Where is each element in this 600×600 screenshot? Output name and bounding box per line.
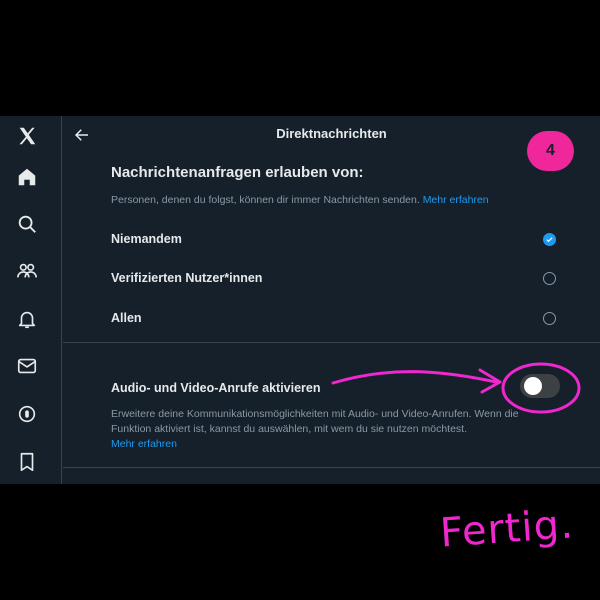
option-label: Allen xyxy=(111,311,142,325)
option-label: Niemandem xyxy=(111,232,182,246)
bookmark-icon[interactable] xyxy=(15,450,39,474)
step-number-badge: 4 xyxy=(527,131,574,171)
radio-unchecked-icon[interactable] xyxy=(543,311,556,325)
app-screen: Direktnachrichten Nachrichtenanfragen er… xyxy=(0,116,600,484)
option-verified-users[interactable]: Verifizierten Nutzer*innen xyxy=(111,266,561,290)
divider xyxy=(63,467,600,468)
done-annotation-text: Fertig. xyxy=(438,501,576,557)
radio-unchecked-icon[interactable] xyxy=(543,271,556,285)
message-requests-description: Personen, denen du folgst, können dir im… xyxy=(111,194,489,206)
radio-checked-icon[interactable] xyxy=(543,232,556,246)
communities-icon[interactable] xyxy=(15,259,39,283)
calls-setting-description: Erweitere deine Kommunikationsmöglichkei… xyxy=(111,407,551,452)
option-everyone[interactable]: Allen xyxy=(111,306,561,330)
page-title: Direktnachrichten xyxy=(276,126,387,141)
sidebar-nav xyxy=(0,116,62,484)
settings-panel: Direktnachrichten Nachrichtenanfragen er… xyxy=(63,116,600,484)
divider xyxy=(63,342,600,343)
option-label: Verifizierten Nutzer*innen xyxy=(111,271,263,285)
calls-toggle-switch[interactable] xyxy=(520,374,560,398)
message-requests-description-text: Personen, denen du folgst, können dir im… xyxy=(111,194,420,206)
search-icon[interactable] xyxy=(15,212,39,236)
calls-learn-more-link[interactable]: Mehr erfahren xyxy=(111,438,177,450)
notifications-bell-icon[interactable] xyxy=(15,307,39,331)
option-nobody[interactable]: Niemandem xyxy=(111,227,561,251)
home-icon[interactable] xyxy=(15,165,39,189)
calls-description-text: Erweitere deine Kommunikationsmöglichkei… xyxy=(111,408,519,435)
message-requests-title: Nachrichtenanfragen erlauben von: xyxy=(111,164,364,181)
x-logo-icon[interactable] xyxy=(15,124,39,148)
toggle-knob xyxy=(524,377,542,395)
calls-setting-title: Audio- und Video-Anrufe aktivieren xyxy=(111,381,321,395)
spaces-icon[interactable] xyxy=(15,402,39,426)
learn-more-link[interactable]: Mehr erfahren xyxy=(423,194,489,206)
messages-envelope-icon[interactable] xyxy=(15,354,39,378)
